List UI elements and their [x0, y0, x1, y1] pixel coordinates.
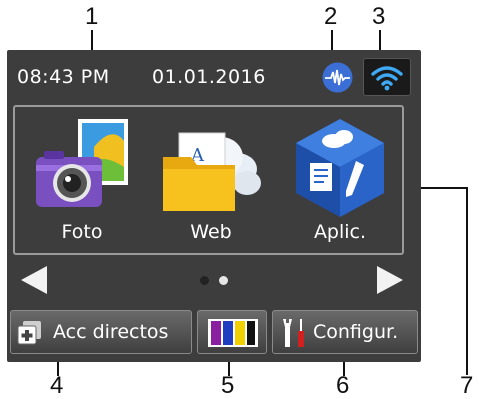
app-panel: Foto A Web Aplic.: [13, 105, 404, 255]
app-web[interactable]: A Web: [149, 111, 273, 251]
shortcuts-button[interactable]: Acc directos: [10, 310, 192, 354]
settings-label: Configur.: [313, 321, 399, 343]
wrench-screwdriver-icon: [283, 319, 304, 347]
callout-4: 4: [50, 372, 64, 399]
web-folder-cloud-icon: A: [163, 132, 261, 211]
callout-6: 6: [336, 372, 350, 399]
page-indicator-2: [219, 276, 228, 285]
ink-black: [247, 321, 255, 345]
ink-magenta: [211, 321, 221, 345]
clock-date: 01.01.2016: [152, 66, 266, 88]
app-aplic[interactable]: Aplic.: [278, 111, 402, 251]
callout-3: 3: [372, 3, 386, 30]
page-indicator-1: [200, 276, 209, 285]
app-web-label: Web: [190, 221, 232, 243]
shortcuts-icon: [17, 321, 41, 345]
leader-line-4: [57, 360, 59, 376]
status-bar: 08:43 PM 01.01.2016: [7, 50, 421, 100]
wifi-icon: [371, 66, 403, 91]
arrow-left-icon[interactable]: [21, 266, 47, 294]
ink-cyan: [223, 321, 233, 345]
callout-1: 1: [85, 3, 99, 30]
wired-lan-icon: [322, 62, 353, 93]
page-navigation: [7, 256, 421, 300]
app-foto[interactable]: Foto: [20, 111, 144, 251]
leader-line-7-vertical: [466, 187, 468, 375]
wifi-button[interactable]: [363, 58, 411, 96]
ink-yellow: [235, 321, 245, 345]
leader-line-5: [228, 360, 230, 376]
callout-5: 5: [221, 372, 235, 399]
app-foto-label: Foto: [61, 221, 103, 243]
apps-cube-icon: [296, 119, 384, 217]
bottom-bar: Acc directos Configur.: [7, 306, 421, 362]
callout-7: 7: [460, 372, 474, 399]
app-aplic-label: Aplic.: [313, 221, 367, 243]
callout-2: 2: [324, 3, 338, 30]
ink-cartridges-icon: [208, 319, 258, 347]
ink-button[interactable]: [197, 310, 267, 354]
settings-button[interactable]: Configur.: [272, 310, 418, 354]
touchscreen: 08:43 PM 01.01.2016 Foto A Web Aplic. Ac…: [7, 50, 421, 362]
photo-camera-icon: [36, 119, 128, 207]
arrow-right-icon[interactable]: [377, 266, 403, 294]
clock-time: 08:43 PM: [17, 66, 110, 88]
shortcuts-label: Acc directos: [53, 321, 169, 343]
